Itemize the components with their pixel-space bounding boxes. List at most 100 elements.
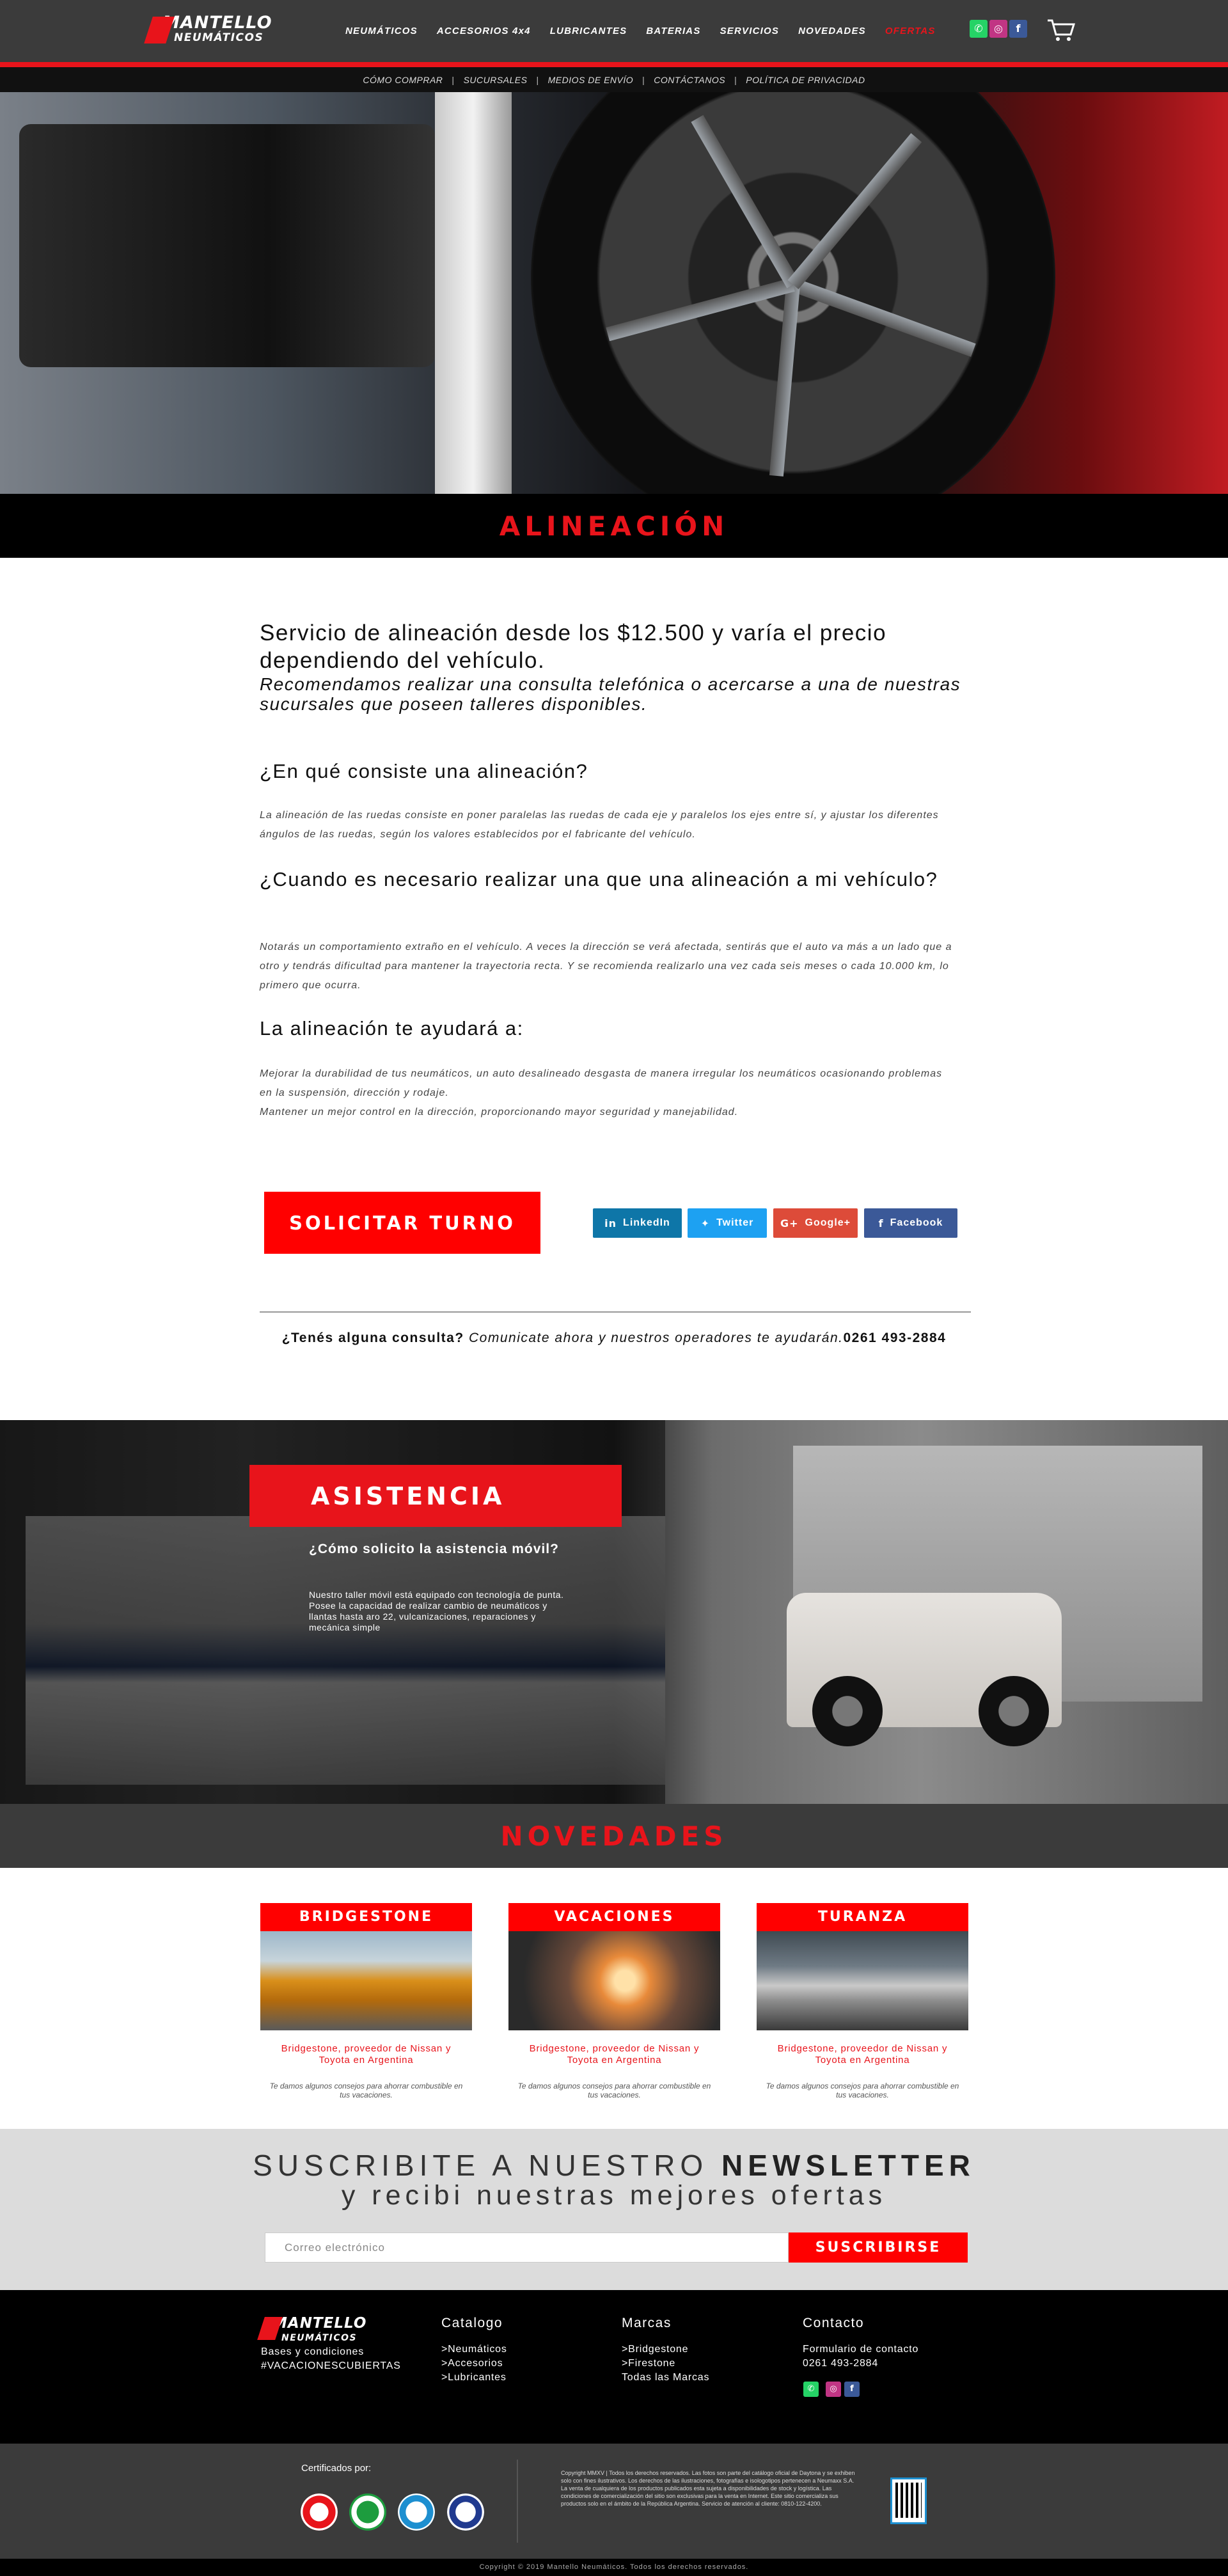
copyright: Copyright © 2019 Mantello Neumáticos. To…	[0, 2559, 1228, 2576]
recycle-badge-icon	[349, 2493, 386, 2531]
subnav-contactanos[interactable]: CONTÁCTANOS	[654, 75, 725, 85]
cace-badge-icon	[398, 2493, 435, 2531]
newsletter-section: SUSCRIBITE A NUESTRO NEWSLETTER y recibi…	[0, 2129, 1228, 2290]
logo-bottom-text: NEUMÁTICOS	[174, 31, 264, 44]
footer-link[interactable]: >Lubricantes	[441, 2371, 507, 2385]
twitter-icon: ✦	[700, 1217, 711, 1229]
share-label: Google+	[805, 1217, 851, 1228]
main-nav: NEUMÁTICOS ACCESORIOS 4x4 LUBRICANTES BA…	[345, 26, 955, 36]
legal-text: Copyright MMXV | Todos los derechos rese…	[561, 2470, 855, 2507]
share-facebook-button[interactable]: f Facebook	[864, 1208, 957, 1238]
share-label: Twitter	[716, 1217, 754, 1228]
question-1: ¿En qué consiste una alineación?	[260, 760, 588, 782]
novedades-title: NOVEDADES	[500, 1820, 728, 1852]
footer-link[interactable]: >Firestone	[622, 2357, 709, 2371]
whatsapp-icon[interactable]: ✆	[803, 2382, 819, 2397]
consulta-line: ¿Tenés alguna consulta? Comunicate ahora…	[0, 1331, 1228, 1346]
nav-servicios[interactable]: SERVICIOS	[720, 26, 780, 36]
hero-pillar-shape	[435, 92, 512, 494]
paragraph-3b: Mantener un mejor control en la direcció…	[260, 1107, 739, 1118]
share-twitter-button[interactable]: ✦ Twitter	[688, 1208, 767, 1238]
footer-contact-form-link[interactable]: Formulario de contacto	[803, 2343, 918, 2357]
subscribe-button[interactable]: SUSCRIBIRSE	[789, 2232, 968, 2263]
nav-ofertas[interactable]: OFERTAS	[885, 26, 936, 36]
subnav-sucursales[interactable]: SUCURSALES	[464, 75, 528, 85]
facebook-icon: f	[878, 1217, 884, 1229]
card-title[interactable]: Bridgestone, proveedor de Nissan y Toyot…	[260, 2043, 472, 2066]
nav-neumaticos[interactable]: NEUMÁTICOS	[345, 26, 418, 36]
certificados-label: Certificados por:	[301, 2463, 372, 2474]
lead-italic: Recomendamos realizar una consulta telef…	[260, 674, 961, 714]
question-2: ¿Cuando es necesario realizar una que un…	[260, 868, 938, 890]
lead-block: Servicio de alineación desde los $12.500…	[260, 619, 970, 714]
site-header: MANTELLO NEUMÁTICOS NEUMÁTICOS ACCESORIO…	[0, 0, 1228, 62]
card-image	[260, 1931, 472, 2030]
divider	[260, 1311, 971, 1313]
page-title-bar: ALINEACIÓN	[0, 494, 1228, 558]
card-title[interactable]: Bridgestone, proveedor de Nissan y Toyot…	[757, 2043, 968, 2066]
facebook-icon[interactable]: f	[844, 2382, 860, 2397]
compra-segura-badge-icon	[447, 2493, 484, 2531]
page-title: ALINEACIÓN	[499, 510, 729, 542]
logo[interactable]: MANTELLO NEUMÁTICOS	[144, 14, 302, 46]
news-card[interactable]: TURANZA Bridgestone, proveedor de Nissan…	[757, 1903, 968, 2099]
data-fiscal-qr-icon[interactable]	[890, 2477, 927, 2524]
nav-lubricantes[interactable]: LUBRICANTES	[550, 26, 627, 36]
share-label: Facebook	[890, 1217, 943, 1228]
newsletter-heading-a: SUSCRIBITE A NUESTRO	[253, 2149, 709, 2182]
footer-link[interactable]: >Accesorios	[441, 2357, 507, 2371]
facebook-icon[interactable]: f	[1009, 20, 1027, 38]
news-card[interactable]: VACACIONES Bridgestone, proveedor de Nis…	[508, 1903, 720, 2099]
nav-baterias[interactable]: BATERIAS	[646, 26, 700, 36]
paragraph-3a: Mejorar la durabilidad de tus neumáticos…	[260, 1068, 943, 1098]
footer: MANTELLO NEUMÁTICOS Bases y condiciones …	[0, 2290, 1228, 2444]
whatsapp-icon[interactable]: ✆	[970, 20, 988, 38]
footer-link[interactable]: >Bridgestone	[622, 2343, 709, 2357]
hero-clamp-shape	[19, 124, 435, 367]
email-input[interactable]: Correo electrónico	[265, 2232, 789, 2263]
news-card[interactable]: BRIDGESTONE Bridgestone, proveedor de Ni…	[260, 1903, 472, 2099]
card-text: Te damos algunos consejos para ahorrar c…	[269, 2082, 463, 2099]
share-linkedin-button[interactable]: in LinkedIn	[593, 1208, 682, 1238]
consulta-text: Comunicate ahora y nuestros operadores t…	[469, 1331, 844, 1345]
footer-logo[interactable]: MANTELLO NEUMÁTICOS	[257, 2314, 389, 2344]
footer-phone[interactable]: 0261 493-2884	[803, 2357, 918, 2371]
newsletter-subheading: y recibi nuestras mejores ofertas	[341, 2180, 887, 2211]
novedades-bar: NOVEDADES	[0, 1804, 1228, 1868]
truck-tire	[812, 1676, 883, 1746]
footer-bases-link[interactable]: Bases y condiciones	[261, 2345, 401, 2359]
footer-marcas-title: Marcas	[622, 2316, 672, 2330]
share-label: LinkedIn	[623, 1217, 670, 1228]
consulta-phone[interactable]: 0261 493-2884	[844, 1331, 947, 1345]
lead-text: Servicio de alineación desde los $12.500…	[260, 620, 887, 673]
newsletter-heading-b: NEWSLETTER	[721, 2149, 975, 2182]
footer-link[interactable]: Todas las Marcas	[622, 2371, 709, 2385]
subnav-politica[interactable]: POLÍTICA DE PRIVACIDAD	[746, 75, 865, 85]
subnav-medios-envio[interactable]: MEDIOS DE ENVÍO	[548, 75, 634, 85]
paragraph-1: La alineación de las ruedas consiste en …	[260, 810, 939, 840]
google-plus-icon: G+	[780, 1217, 799, 1229]
cart-icon[interactable]	[1046, 18, 1076, 42]
cert-badge-icon	[301, 2493, 338, 2531]
qr-pattern	[895, 2483, 922, 2518]
solicitar-turno-button[interactable]: SOLICITAR TURNO	[264, 1192, 540, 1254]
card-heading: TURANZA	[757, 1903, 968, 1931]
truck-tire	[979, 1676, 1049, 1746]
asistencia-title: ASISTENCIA	[249, 1465, 622, 1527]
card-text: Te damos algunos consejos para ahorrar c…	[766, 2082, 959, 2099]
footer-contacto-title: Contacto	[803, 2316, 865, 2330]
instagram-icon[interactable]: ◎	[826, 2382, 841, 2397]
footer-link[interactable]: >Neumáticos	[441, 2343, 507, 2357]
consulta-question: ¿Tenés alguna consulta?	[281, 1331, 464, 1345]
card-heading: VACACIONES	[508, 1903, 720, 1931]
share-google-button[interactable]: G+ Google+	[773, 1208, 858, 1238]
card-title[interactable]: Bridgestone, proveedor de Nissan y Toyot…	[508, 2043, 720, 2066]
paragraph-2: Notarás un comportamiento extraño en el …	[260, 942, 952, 991]
instagram-icon[interactable]: ◎	[989, 20, 1007, 38]
nav-accesorios[interactable]: ACCESORIOS 4x4	[437, 26, 531, 36]
subnav-como-comprar[interactable]: CÓMO COMPRAR	[363, 75, 443, 85]
nav-novedades[interactable]: NOVEDADES	[798, 26, 866, 36]
card-heading: BRIDGESTONE	[260, 1903, 472, 1931]
cert-divider	[517, 2460, 518, 2543]
footer-vacaciones-link[interactable]: #VACACIONESCUBIERTAS	[261, 2359, 401, 2373]
